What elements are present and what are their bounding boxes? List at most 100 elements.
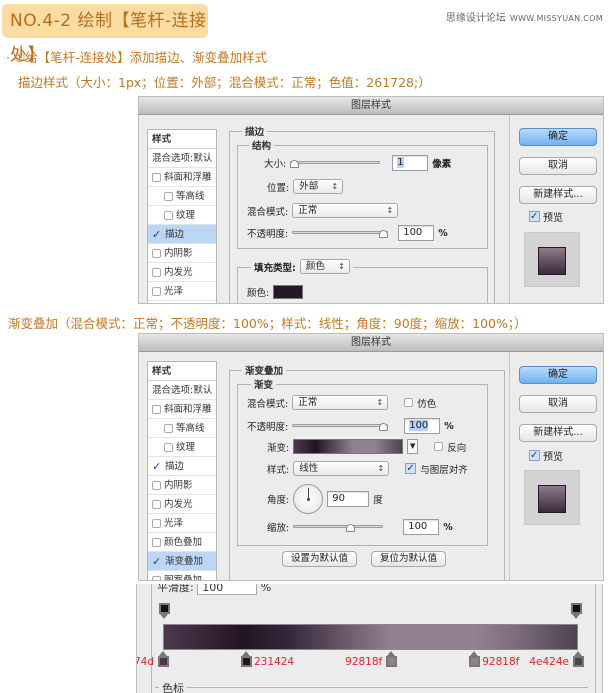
opacity-label: 不透明度: bbox=[247, 422, 289, 433]
reset-default-button[interactable]: 复位为默认值 bbox=[371, 551, 447, 567]
new-style-button[interactable]: 新建样式... bbox=[519, 424, 597, 442]
style-item-color-overlay[interactable]: 颜色叠加 bbox=[148, 533, 216, 552]
style-item-color-overlay[interactable]: 颜色叠加 bbox=[148, 301, 216, 303]
style-item-bevel[interactable]: 斜面和浮雕 bbox=[148, 400, 216, 419]
dialog-title: 图层样式 bbox=[139, 97, 603, 115]
checkbox-icon[interactable] bbox=[152, 267, 161, 277]
checkbox-icon[interactable] bbox=[164, 423, 173, 433]
style-item-satin[interactable]: 光泽 bbox=[148, 282, 216, 301]
scale-slider[interactable] bbox=[293, 522, 384, 532]
position-select[interactable]: 外部 bbox=[293, 179, 344, 194]
new-style-button[interactable]: 新建样式... bbox=[519, 186, 597, 204]
color-stop-label: 92818f bbox=[345, 656, 383, 668]
style-item-pattern-overlay[interactable]: 图案叠加 bbox=[148, 571, 216, 580]
checkbox-icon[interactable] bbox=[152, 172, 161, 182]
style-item-inner-shadow[interactable]: 内阴影 bbox=[148, 476, 216, 495]
color-stop[interactable] bbox=[385, 651, 397, 667]
style-item-texture[interactable]: 纹理 bbox=[148, 206, 216, 225]
slider-thumb[interactable] bbox=[346, 524, 356, 532]
set-default-button[interactable]: 设置为默认值 bbox=[282, 551, 358, 567]
angle-dial[interactable] bbox=[293, 484, 324, 514]
opacity-slider[interactable] bbox=[292, 421, 389, 431]
style-item-inner-shadow[interactable]: 内阴影 bbox=[148, 244, 216, 263]
style-item-inner-glow[interactable]: 内发光 bbox=[148, 263, 216, 282]
fill-type-label: 填充类型: bbox=[254, 262, 296, 274]
angle-unit: 度 bbox=[373, 495, 383, 506]
color-stop[interactable] bbox=[572, 651, 584, 667]
style-item-stroke[interactable]: ✓ 描边 bbox=[148, 225, 216, 244]
style-select[interactable]: 线性 bbox=[293, 461, 390, 476]
checkmark-icon[interactable]: ✓ bbox=[152, 552, 162, 571]
size-input[interactable]: 1 bbox=[392, 155, 429, 171]
checkbox-icon[interactable] bbox=[152, 248, 161, 258]
stroke-color-swatch[interactable] bbox=[273, 285, 304, 299]
angle-input[interactable]: 90 bbox=[327, 491, 370, 507]
scale-input[interactable]: 100 bbox=[403, 519, 440, 535]
color-stop[interactable] bbox=[468, 651, 480, 667]
blend-mode-select[interactable]: 正常 bbox=[292, 203, 399, 218]
checkbox-icon[interactable] bbox=[152, 537, 161, 547]
style-item-gradient-overlay[interactable]: ✓ 渐变叠加 bbox=[148, 552, 216, 571]
style-label: 样式: bbox=[267, 464, 290, 476]
checkbox-icon[interactable] bbox=[164, 442, 173, 452]
preview-toggle[interactable]: ✓ 预览 bbox=[529, 448, 563, 463]
checkbox-icon[interactable] bbox=[152, 575, 161, 580]
blend-options-item[interactable]: 混合选项:默认 bbox=[148, 149, 216, 168]
style-item-texture[interactable]: 纹理 bbox=[148, 438, 216, 457]
checkmark-icon[interactable]: ✓ bbox=[152, 225, 162, 244]
checkbox-icon[interactable] bbox=[152, 499, 161, 509]
divider bbox=[509, 115, 510, 303]
opacity-stop-left[interactable] bbox=[159, 603, 170, 619]
style-item-contour[interactable]: 等高线 bbox=[148, 419, 216, 438]
opacity-input[interactable]: 100 bbox=[398, 225, 435, 241]
cancel-button[interactable]: 取消 bbox=[519, 157, 597, 175]
style-list: 样式 混合选项:默认 斜面和浮雕 等高线 纹理 ✓描边 内阴影 内发光 光泽 颜… bbox=[147, 129, 217, 303]
color-stop[interactable] bbox=[240, 651, 252, 667]
gradient-picker[interactable] bbox=[293, 439, 404, 454]
fill-type-row: 填充类型: 颜色 bbox=[251, 259, 353, 274]
slider-thumb[interactable] bbox=[379, 423, 389, 431]
checkbox-icon[interactable] bbox=[164, 191, 173, 201]
slider-thumb[interactable] bbox=[290, 160, 300, 168]
gradient-editor: 平滑度: 100 % 4d374d 231424 92818f 92818f 4e424… bbox=[136, 584, 603, 693]
chevron-down-icon[interactable]: ▼ bbox=[407, 439, 419, 454]
blend-mode-select[interactable]: 正常 bbox=[292, 395, 389, 410]
checkbox-icon[interactable] bbox=[152, 518, 161, 528]
gradient-bar[interactable] bbox=[163, 624, 578, 650]
checkmark-icon[interactable]: ✓ bbox=[529, 450, 540, 461]
scale-row: 缩放: 100 % bbox=[267, 519, 453, 535]
ok-button[interactable]: 确定 bbox=[519, 128, 597, 146]
style-list-header: 样式 bbox=[148, 362, 216, 381]
dither-checkbox[interactable] bbox=[404, 398, 414, 407]
style-item-satin[interactable]: 光泽 bbox=[148, 514, 216, 533]
align-checkbox[interactable]: ✓ bbox=[405, 463, 417, 474]
checkmark-icon[interactable]: ✓ bbox=[529, 211, 540, 222]
size-label: 大小: bbox=[264, 159, 287, 170]
gradient-label: 渐变: bbox=[267, 442, 290, 454]
fill-type-select[interactable]: 颜色 bbox=[299, 259, 350, 274]
style-item-stroke[interactable]: ✓ 描边 bbox=[148, 457, 216, 476]
size-slider[interactable] bbox=[290, 158, 381, 168]
opacity-input[interactable]: 100 bbox=[404, 418, 441, 434]
color-stop[interactable] bbox=[157, 651, 169, 667]
style-item-inner-glow[interactable]: 内发光 bbox=[148, 495, 216, 514]
checkbox-icon[interactable] bbox=[152, 480, 161, 490]
checkbox-icon[interactable] bbox=[164, 210, 173, 220]
style-item-contour[interactable]: 等高线 bbox=[148, 187, 216, 206]
blend-options-item[interactable]: 混合选项:默认 bbox=[148, 381, 216, 400]
preview-label: 预览 bbox=[543, 213, 563, 224]
checkmark-icon[interactable]: ✓ bbox=[152, 457, 162, 476]
cancel-button[interactable]: 取消 bbox=[519, 395, 597, 413]
opacity-slider[interactable] bbox=[292, 228, 389, 238]
blend-mode-label: 混合模式: bbox=[247, 398, 289, 410]
slider-thumb[interactable] bbox=[379, 230, 389, 238]
ok-button[interactable]: 确定 bbox=[519, 366, 597, 384]
preview-toggle[interactable]: ✓ 预览 bbox=[529, 209, 563, 224]
opacity-stop-right[interactable] bbox=[571, 603, 582, 619]
smoothness-input[interactable]: 100 bbox=[197, 584, 258, 595]
checkbox-icon[interactable] bbox=[152, 286, 161, 296]
reverse-checkbox[interactable] bbox=[434, 442, 444, 451]
style-item-bevel[interactable]: 斜面和浮雕 bbox=[148, 168, 216, 187]
preview-thumbnail bbox=[524, 232, 580, 287]
checkbox-icon[interactable] bbox=[152, 404, 161, 414]
